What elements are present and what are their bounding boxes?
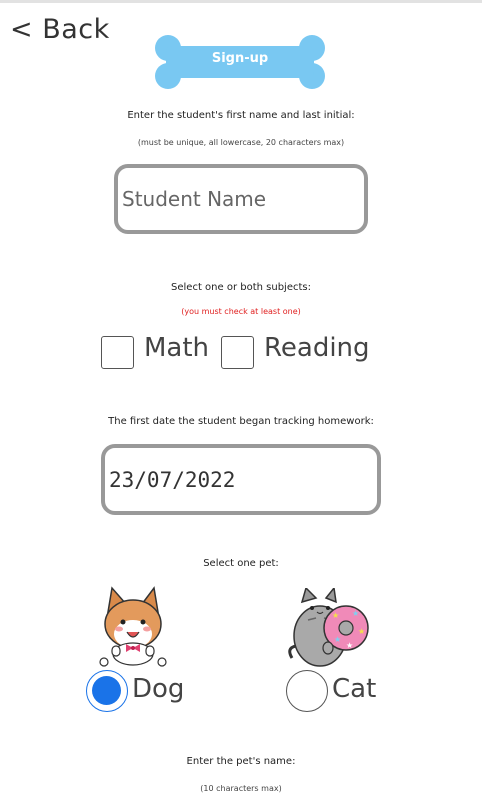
tracking-date-input[interactable]: 23/07/2022	[101, 444, 381, 515]
student-name-hint: (must be unique, all lowercase, 20 chara…	[137, 138, 345, 147]
svg-text:★: ★	[332, 611, 339, 620]
shiba-dog-icon	[99, 586, 167, 667]
tracking-date-value: 23/07/2022	[109, 467, 236, 492]
svg-text:★: ★	[334, 635, 341, 644]
tracking-date-prompt: The first date the student began trackin…	[108, 416, 374, 427]
dog-label: Dog	[132, 674, 185, 704]
dog-radio[interactable]	[86, 670, 128, 712]
pusheen-cat-donut-icon: ★ ★ ★ ★ ★	[288, 588, 369, 667]
top-divider	[0, 0, 482, 3]
pet-prompt: Select one pet:	[203, 558, 279, 569]
subjects-hint: (you must check at least one)	[181, 307, 301, 316]
reading-checkbox[interactable]	[221, 336, 254, 369]
student-name-prompt: Enter the student's first name and last …	[127, 110, 355, 121]
math-checkbox[interactable]	[101, 336, 134, 369]
svg-text:★: ★	[352, 609, 359, 618]
svg-text:★: ★	[358, 627, 365, 636]
pet-name-hint: (10 characters max)	[200, 784, 282, 793]
back-button[interactable]: < Back	[10, 14, 110, 45]
student-name-input[interactable]	[114, 164, 368, 234]
cat-radio[interactable]	[286, 670, 328, 712]
reading-label: Reading	[264, 333, 370, 363]
subjects-prompt: Select one or both subjects:	[171, 282, 311, 293]
pet-name-prompt: Enter the pet's name:	[186, 756, 296, 767]
svg-text:★: ★	[346, 641, 353, 650]
page-title: Sign-up	[211, 51, 269, 66]
cat-label: Cat	[332, 674, 377, 704]
math-label: Math	[144, 333, 210, 363]
